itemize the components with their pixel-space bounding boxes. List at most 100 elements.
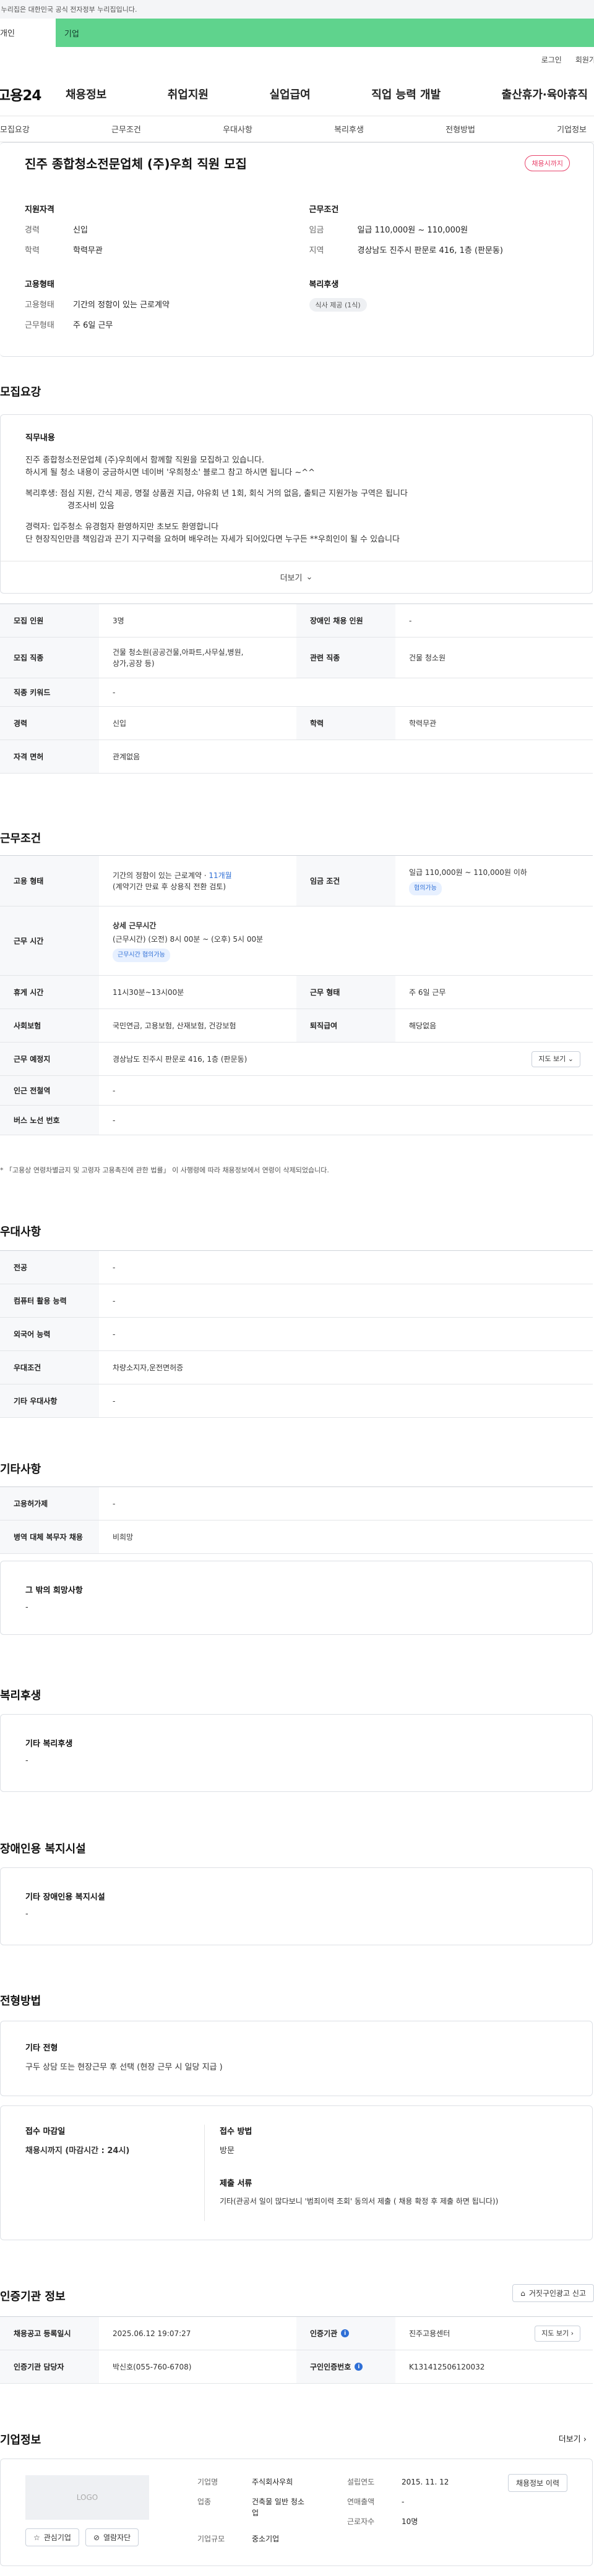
keyword-value: - bbox=[113, 688, 116, 697]
cert-id-label: 구인인증번호 i bbox=[296, 2350, 395, 2383]
report-fake-ad-button[interactable]: ⌂ 거짓구인광고 신고 bbox=[512, 2284, 594, 2302]
site-logo[interactable]: 고용24 bbox=[0, 83, 66, 104]
negotiable-badge: 협의가능 bbox=[409, 881, 442, 895]
emp-months: 11개월 bbox=[209, 871, 232, 880]
job-description-box: 직무내용 진주 종합청소전문업체 (주)우희에서 함께할 직원을 모집하고 있습… bbox=[0, 414, 593, 594]
cert-map-button[interactable]: 지도 보기 › bbox=[535, 2325, 580, 2342]
headcount-label: 모집 인원 bbox=[0, 604, 99, 637]
edu-row-label: 학력 bbox=[296, 707, 395, 740]
work-type-value: 주 6일 근무 bbox=[73, 321, 113, 330]
tab-company[interactable]: 기업정보 bbox=[557, 123, 587, 135]
nav-item-parental-leave[interactable]: 출산휴가·육아휴직 bbox=[502, 86, 588, 102]
keyword-label: 직종 키워드 bbox=[0, 678, 99, 706]
utility-links: 로그인 회원가입 bbox=[0, 47, 594, 72]
job-description-title: 직무내용 bbox=[25, 433, 55, 443]
job-history-button[interactable]: 채용정보 이력 bbox=[507, 2474, 567, 2492]
nav-item-vocational-training[interactable]: 직업 능력 개발 bbox=[371, 86, 441, 102]
table-row: 자격 면허 관계없음 bbox=[0, 740, 593, 774]
language-value: - bbox=[113, 1329, 116, 1339]
computer-label: 컴퓨터 활용 능력 bbox=[0, 1284, 99, 1317]
table-row: 기타 우대사항 - bbox=[0, 1384, 593, 1418]
company-more-label: 더보기 bbox=[558, 2435, 581, 2444]
table-row: 휴게 시간 11시30분~13시00분 근무 형태 주 6일 근무 bbox=[0, 976, 593, 1009]
process-box-title: 기타 전형 bbox=[25, 2044, 58, 2053]
sales-label: 연매출액 bbox=[347, 2497, 375, 2506]
cert-label: 자격 면허 bbox=[0, 740, 99, 773]
job-category-label: 모집 직종 bbox=[0, 638, 99, 678]
tab-process[interactable]: 전형방법 bbox=[446, 123, 475, 135]
language-label: 외국어 능력 bbox=[0, 1318, 99, 1350]
favorite-company-button[interactable]: ☆ 관심기업 bbox=[25, 2528, 79, 2546]
related-job-value: 건물 청소원 bbox=[409, 653, 446, 662]
info-icon[interactable]: i bbox=[341, 2329, 350, 2337]
welfare-tag: 식사 제공 (1식) bbox=[309, 298, 367, 312]
map-button[interactable]: 지도 보기 ⌄ bbox=[532, 1051, 580, 1067]
wage-label: 임금 bbox=[309, 226, 324, 235]
etc-section-title: 기타사항 bbox=[0, 1463, 41, 1476]
tab-welfare[interactable]: 복리후생 bbox=[334, 123, 364, 135]
nav-item-jobs[interactable]: 채용정보 bbox=[66, 86, 106, 102]
summary-grid: 지원자격 경력 신입 학력 학력무관 근무조건 임금 일급 110,000원 ~ 11… bbox=[25, 203, 569, 339]
apply-box: 접수 마감일 채용시까지 (마감시간 : 24시) 접수 방법 방문 제출 서류… bbox=[0, 2105, 593, 2240]
job-category-line: 상가,공장 등) bbox=[113, 659, 155, 668]
education-value: 학력무관 bbox=[73, 246, 103, 255]
job-history-label: 채용정보 이력 bbox=[515, 2479, 559, 2488]
scale-label: 기업규모 bbox=[197, 2535, 225, 2543]
work-conditions-block: 근무조건 임금 일급 110,000원 ~ 110,000원 지역 경상남도 진주시… bbox=[309, 203, 569, 264]
insurance-label: 사회보험 bbox=[0, 1009, 99, 1042]
computer-value: - bbox=[113, 1296, 116, 1305]
etc-table: 고용허가제 - 병역 대체 복무자 채용 비희망 bbox=[0, 1486, 593, 1554]
cert-org-label-text: 인증기관 bbox=[310, 2329, 338, 2338]
disabled-value: - bbox=[409, 616, 412, 625]
more-label: 더보기 bbox=[280, 574, 303, 583]
location-label: 근무 예정지 bbox=[0, 1043, 99, 1075]
cert-table: 채용공고 등록일시 2025.06.12 19:07:27 인증기관 i 진주고용… bbox=[0, 2316, 593, 2384]
company-more-link[interactable]: 더보기 › bbox=[559, 2433, 587, 2444]
nav-item-employment-support[interactable]: 취업지원 bbox=[168, 86, 209, 102]
process-box-value: 구두 상담 또는 현장근무 후 선택 (현장 근무 시 일당 지급 ) bbox=[25, 2063, 223, 2072]
tab-conditions[interactable]: 근무조건 bbox=[111, 123, 141, 135]
table-row: 모집 직종 건물 청소원(공공건물,아파트,사무실,병원, 상가,공장 등) 관… bbox=[0, 638, 593, 678]
tab-preference[interactable]: 우대사항 bbox=[223, 123, 252, 135]
region-label: 지역 bbox=[309, 246, 324, 255]
company-logo-placeholder: LOGO bbox=[25, 2475, 149, 2520]
qualification-title: 지원자격 bbox=[25, 205, 54, 215]
edu-row-value: 학력무관 bbox=[409, 719, 437, 728]
join-link[interactable]: 회원가입 bbox=[575, 54, 594, 65]
login-link[interactable]: 로그인 bbox=[541, 54, 562, 65]
location-value: 경상남도 진주시 판문로 416, 1층 (판문동) 지도 보기 ⌄ bbox=[99, 1043, 593, 1075]
employees-value: 10명 bbox=[402, 2517, 418, 2526]
sales-value: - bbox=[402, 2497, 405, 2506]
conditions-section-title: 근무조건 bbox=[0, 832, 41, 845]
main-nav: 고용24 채용정보 취업지원 실업급여 직업 능력 개발 출산휴가·육아휴직 bbox=[0, 72, 594, 116]
info-icon[interactable]: i bbox=[355, 2363, 363, 2371]
company-name-row: 기업명 주식회사우희 bbox=[197, 2476, 293, 2487]
founded-value: 2015. 11. 12 bbox=[402, 2478, 449, 2486]
table-row: 우대조건 차량소지자,운전면허증 bbox=[0, 1351, 593, 1384]
cert-org-label: 인증기관 i bbox=[296, 2317, 395, 2350]
nav-item-unemployment-benefit[interactable]: 실업급여 bbox=[270, 86, 311, 102]
wage-cond-label: 임금 조건 bbox=[296, 856, 395, 906]
apply-grid: 접수 마감일 채용시까지 (마감시간 : 24시) 접수 방법 방문 제출 서류… bbox=[25, 2125, 567, 2221]
wage-cond-value: 일급 110,000원 ~ 110,000원 이하 협의가능 bbox=[395, 856, 593, 906]
tab-personal[interactable]: 개인 bbox=[0, 19, 56, 47]
tab-recruit[interactable]: 모집요강 bbox=[0, 123, 30, 135]
welfare-box: 기타 복리후생 - bbox=[0, 1714, 593, 1792]
welfare-summary-title: 복리후생 bbox=[309, 280, 339, 289]
career-value: 신입 bbox=[73, 226, 88, 235]
chevron-down-icon: ⌄ bbox=[306, 573, 313, 582]
welfare-box-title: 기타 복리후생 bbox=[25, 1739, 73, 1749]
work-conditions-title: 근무조건 bbox=[309, 205, 339, 215]
industry-label: 업종 bbox=[197, 2497, 212, 2506]
conditions-table: 고용 형태 기간의 정함이 있는 근로계약 · 11개월 (계약기간 만료 후 … bbox=[0, 855, 593, 1135]
table-row: 외국어 능력 - bbox=[0, 1318, 593, 1351]
block-company-button[interactable]: ⊘ 열람자단 bbox=[85, 2528, 139, 2546]
cert-org-value: 진주고용센터 지도 보기 › bbox=[395, 2317, 593, 2350]
preference-section-title: 우대사항 bbox=[0, 1226, 41, 1239]
more-button[interactable]: 더보기 ⌄ bbox=[1, 561, 592, 593]
method-block: 접수 방법 방문 제출 서류 기타(관공서 일이 많다보니 '범죄이력 조회' … bbox=[205, 2125, 567, 2221]
table-row: 사회보험 국민연금, 고용보험, 산재보험, 건강보험 퇴직급여 해당없음 bbox=[0, 1009, 593, 1043]
tab-company[interactable]: 기업 bbox=[56, 19, 594, 47]
job-description: 직무내용 진주 종합청소전문업체 (주)우희에서 함께할 직원을 모집하고 있습… bbox=[1, 415, 592, 563]
process-box: 기타 전형 구두 상담 또는 현장근무 후 선택 (현장 근무 시 일당 지급 … bbox=[0, 2021, 593, 2096]
